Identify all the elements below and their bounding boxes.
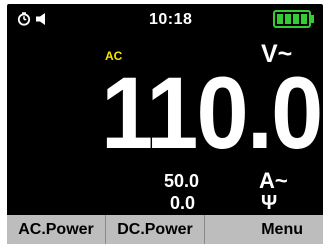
- status-bar: 10:18: [7, 4, 323, 36]
- secondary-unit-current: A~: [259, 168, 288, 193]
- softkey-bar: AC.Power DC.Power Menu: [7, 215, 323, 244]
- ac-power-button[interactable]: AC.Power: [7, 215, 106, 244]
- secondary-reading-current: 50.0: [163, 171, 199, 191]
- meter-screen: 10:18 AC V~ 110.0 50.0 0.0 A~ Ψ AC.Power…: [7, 4, 323, 244]
- primary-reading: 110.0: [101, 56, 323, 170]
- timer-icon: [17, 12, 31, 26]
- menu-button[interactable]: Menu: [205, 215, 323, 244]
- secondary-unit-phase: Ψ: [261, 192, 278, 214]
- secondary-reading-phase: 0.0: [169, 193, 195, 213]
- dc-power-button[interactable]: DC.Power: [106, 215, 205, 244]
- clock: 10:18: [149, 11, 193, 28]
- battery-icon: [273, 10, 314, 28]
- speaker-icon: [36, 13, 45, 25]
